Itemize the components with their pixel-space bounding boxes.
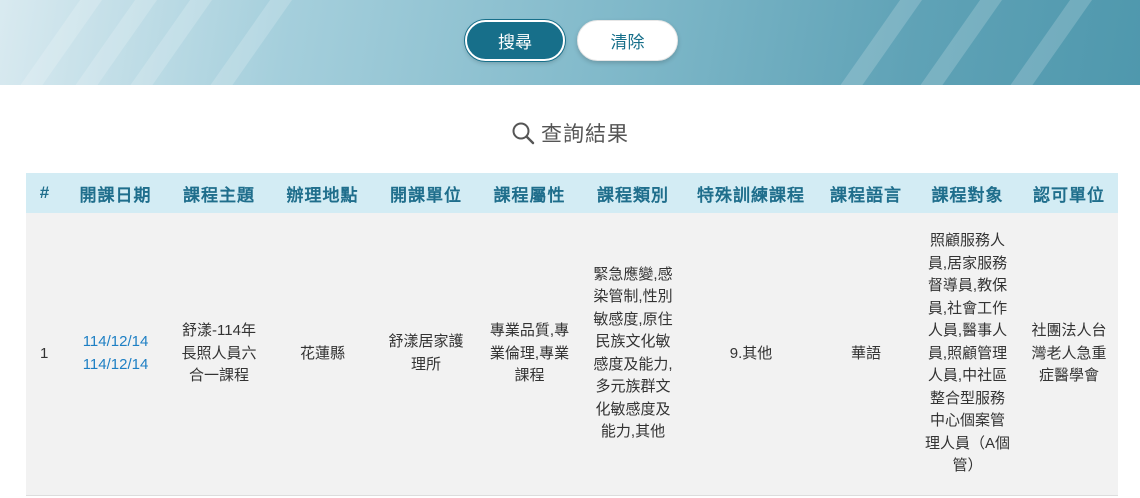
course-audience: 照顧服務人員,居家服務督導員,教保員,社會工作人員,醫事人員,照顧管理人員,中社… [915,213,1020,496]
row-index: 1 [26,213,64,496]
table-header-row: # 開課日期 課程主題 辦理地點 開課單位 課程屬性 課程類別 特殊訓練課程 課… [26,173,1118,213]
course-category: 緊急應變,感染管制,性別敏感度,原住民族文化敏感度及能力,多元族群文化敏感度及能… [581,213,685,496]
course-topic: 舒漾-114年長照人員六合一課程 [167,213,271,496]
search-button[interactable]: 搜尋 [465,20,565,61]
course-end-date-link[interactable]: 114/12/14 [70,354,161,377]
column-header-category: 課程類別 [597,185,669,205]
column-header-language: 課程語言 [830,185,902,205]
course-special-training: 9.其他 [685,213,817,496]
column-header-topic: 課程主題 [183,185,255,205]
clear-button[interactable]: 清除 [577,20,678,61]
results-table: # 開課日期 課程主題 辦理地點 開課單位 課程屬性 課程類別 特殊訓練課程 課… [26,173,1118,496]
results-title: 查詢結果 [541,123,629,146]
course-accreditor: 社團法人台灣老人急重症醫學會 [1020,213,1118,496]
search-banner: 搜尋 清除 [0,0,1140,85]
column-header-index: # [39,183,51,202]
column-header-organizer: 開課單位 [390,185,462,205]
course-language: 華語 [817,213,915,496]
course-location: 花蓮縣 [271,213,374,496]
banner-decoration [974,0,1104,85]
course-organizer: 舒漾居家護理所 [374,213,478,496]
search-icon [512,122,535,145]
course-start-date-link[interactable]: 114/12/14 [70,331,161,354]
results-heading: 查詢結果 [0,118,1140,148]
banner-decoration [804,0,934,85]
course-attribute: 專業品質,專業倫理,專業課程 [478,213,581,496]
table-row: 1 114/12/14 114/12/14 舒漾-114年長照人員六合一課程 花… [26,213,1118,496]
column-header-audience: 課程對象 [931,185,1004,205]
column-header-start-date: 開課日期 [79,185,152,205]
column-header-attribute: 課程屬性 [493,185,566,205]
column-header-accreditor: 認可單位 [1033,185,1105,205]
column-header-location: 辦理地點 [286,185,359,205]
column-header-special-training: 特殊訓練課程 [697,185,805,205]
course-date-cell: 114/12/14 114/12/14 [64,213,167,496]
